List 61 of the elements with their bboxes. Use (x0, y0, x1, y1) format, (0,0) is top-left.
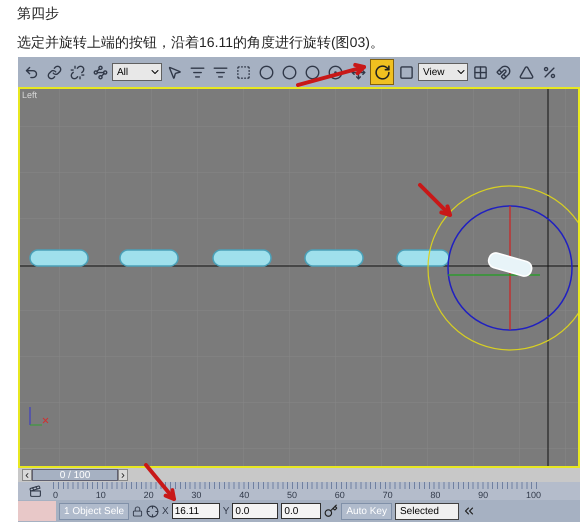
circle-icon (304, 64, 320, 80)
x-field[interactable]: 16.11 (172, 503, 220, 519)
square-icon (398, 64, 414, 80)
x-label: X (162, 504, 169, 518)
capsule-shape (396, 249, 450, 267)
nodes-icon (92, 64, 108, 80)
list-icon (212, 64, 228, 80)
chevron-left-icon (23, 470, 31, 480)
annotation-arrow (418, 183, 452, 217)
crosshair-icon[interactable] (146, 504, 160, 518)
track-icon (29, 484, 42, 498)
step-heading: 第四步 (17, 4, 60, 23)
list-icon (190, 64, 204, 80)
circle-icon (282, 64, 296, 80)
timeline-tick-label: 0 (53, 490, 58, 500)
dropdown[interactable]: All (112, 63, 162, 81)
link-icon (46, 64, 62, 80)
triangle-icon (518, 64, 534, 80)
timeline-tick-label: 100 (526, 490, 541, 500)
timeline-tick-label: 20 (144, 490, 154, 500)
timeline-tick-label: 50 (286, 490, 297, 500)
key-icon[interactable] (324, 504, 338, 518)
dashed-square-icon (236, 64, 250, 80)
circle-icon (258, 64, 274, 80)
magnet-icon (496, 64, 510, 80)
capsule-shape (29, 249, 89, 267)
annotation-arrow (296, 62, 366, 87)
capsule-shape (212, 249, 272, 267)
timeline-tick-label: 70 (382, 490, 393, 500)
unlink-icon (70, 64, 84, 80)
instruction-text: 选定并旋转上端的按钮，沿着16.11的角度进行旋转(图03)。 (17, 33, 385, 52)
grid-icon (472, 64, 488, 80)
viewport-label: Left (22, 89, 38, 102)
key-filter-dropdown[interactable]: Selected (394, 502, 459, 520)
status-swatch (18, 501, 56, 521)
selection-status: 1 Object Sele (59, 502, 130, 520)
percent-icon (542, 64, 556, 80)
lock-icon[interactable] (132, 506, 144, 516)
dot-circle-icon (328, 64, 342, 80)
capsule-shape (304, 249, 364, 267)
annotation-arrow (144, 463, 176, 501)
cursor-icon (166, 64, 182, 80)
rotate-icon (374, 64, 390, 80)
timeline-tick-label: 30 (191, 490, 202, 500)
scroll-left-button[interactable] (22, 469, 32, 481)
axis-tripod (30, 406, 48, 426)
toolbar-button[interactable] (370, 59, 394, 85)
timeline-tick-label: 90 (478, 490, 488, 500)
y-field[interactable]: 0.0 (232, 503, 278, 519)
dropdown[interactable]: View (418, 63, 468, 81)
timeline-tick-label: 80 (430, 490, 440, 500)
timeline-tick-label: 60 (334, 490, 345, 500)
timeline-track[interactable]: 0 10 20 30 40 50 60 70 80 90 100 (53, 482, 541, 500)
timeline-tick-label: 40 (239, 490, 250, 500)
z-field[interactable]: 0.0 (281, 503, 322, 519)
chevron-right-icon (119, 470, 127, 480)
y-label: Y (222, 504, 230, 518)
undo-icon (24, 64, 38, 80)
timeline-tick-label: 10 (96, 490, 106, 500)
scroll-right-button[interactable] (118, 469, 128, 481)
capsule-shape (119, 249, 179, 267)
